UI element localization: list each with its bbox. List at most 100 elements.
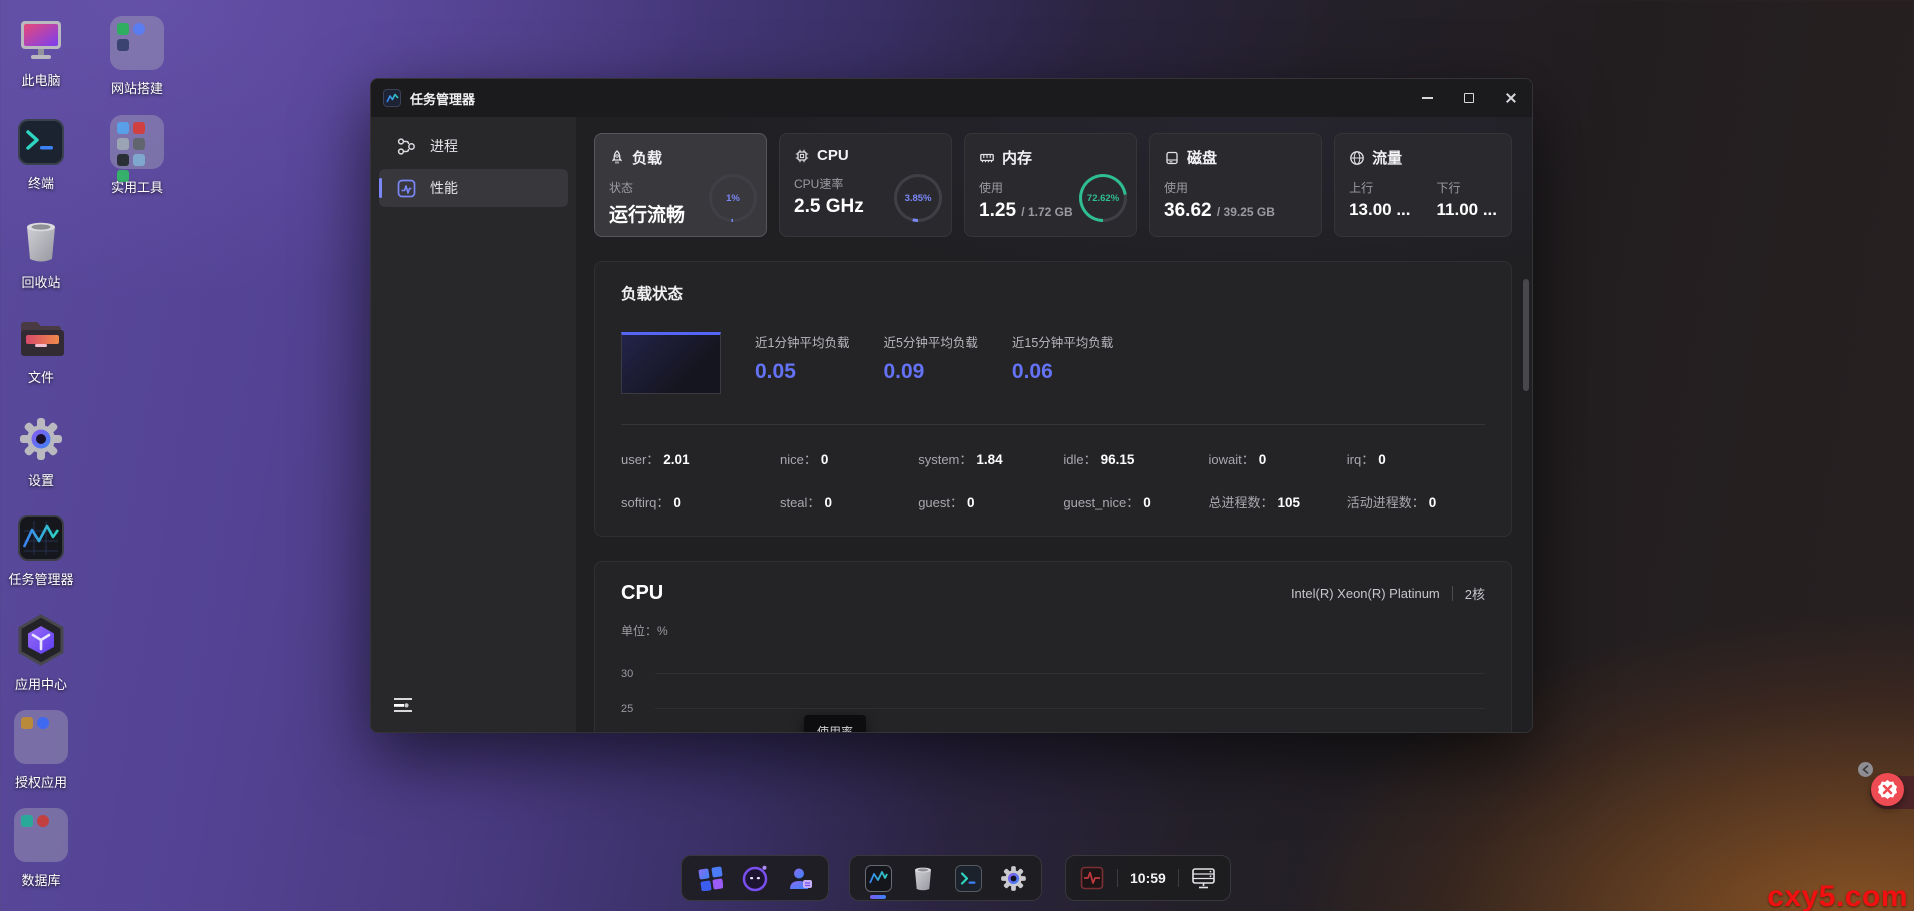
terminal-icon [18,119,64,165]
desktop-icon-files[interactable]: 文件 [0,317,96,386]
settings-gear-icon [18,416,64,462]
active-app-indicator [870,895,886,899]
performance-main: 负载 状态 运行流畅 1% CPU [576,117,1532,732]
load-avg-value: 0.09 [883,360,977,384]
memory-ring-gauge: 72.62% [1079,174,1127,222]
start-menu-button[interactable] [695,861,725,895]
security-widget-button[interactable] [1871,773,1904,806]
maximize-icon [1464,93,1474,103]
files-icon [18,317,64,359]
taskbar-group-system: 10:59 [1065,855,1231,901]
settings-gear-icon [1000,865,1027,892]
taskbar-recycle-bin-button[interactable] [908,861,938,895]
stat-cell: idle：96.15 [1063,449,1208,469]
start-tiles-icon [698,866,723,891]
widget-collapse-button[interactable] [1858,762,1873,777]
desktop-icon-website-group[interactable]: 网站搭建 [82,16,192,97]
card-disk[interactable]: 磁盘 使用 36.62 / 39.25 GB [1149,133,1322,237]
close-icon [1505,92,1517,104]
window-title: 任务管理器 [410,89,475,108]
desktop-icon-app-center[interactable]: 应用中心 [0,614,96,693]
recycle-bin-icon [911,865,935,892]
taskbar-terminal-button[interactable] [953,861,983,895]
chart-tooltip: 使用率 [804,715,866,733]
mini-app-icon [37,717,49,729]
performance-icon [397,179,416,198]
download-value: 11.00 ... [1437,200,1498,220]
desktop-icon-label: 此电脑 [21,70,60,89]
desktop-icon-label: 实用工具 [111,177,163,196]
sidebar-item-performance[interactable]: 性能 [379,169,568,207]
mini-app-icon [133,122,145,134]
flower-close-icon [1877,779,1898,800]
cpu-core-count: 2核 [1465,584,1485,603]
rocket-icon [609,150,625,166]
minimize-button[interactable] [1406,79,1448,117]
taskbar-group-apps [849,855,1042,901]
window-app-icon [383,89,401,107]
assistant-icon [741,864,769,892]
sidebar-collapse-button[interactable] [393,696,415,716]
download-label: 下行 [1437,179,1498,196]
card-traffic[interactable]: 流量 上行 13.00 ... 下行 11.00 ... [1334,133,1512,237]
desktop-icon-label: 文件 [28,367,54,386]
contacts-button[interactable] [785,861,815,895]
desktop-icon-label: 终端 [28,173,54,192]
taskbar-clock[interactable]: 10:59 [1130,870,1166,886]
task-manager-icon [865,865,892,892]
chart-grid-row: 20 [621,709,1485,733]
sidebar-item-label: 进程 [430,136,458,156]
load-avg-1min: 近1分钟平均负载 0.05 [755,332,849,384]
database-group-icon [14,808,68,862]
sidebar-item-processes[interactable]: 进程 [379,127,568,165]
desktop-icon-licensed-apps[interactable]: 授权应用 [0,710,96,791]
stat-cell: iowait：0 [1209,449,1347,469]
window-titlebar: 任务管理器 [371,79,1532,117]
desktop-icon-label: 任务管理器 [8,569,73,588]
load-status-title: 负载状态 [621,282,1485,304]
card-value: 36.62 [1164,200,1212,221]
stat-cell: guest_nice：0 [1063,492,1208,512]
chevron-left-icon [1862,765,1869,774]
display-tray-button[interactable] [1191,861,1217,895]
load-ring-gauge: 1% [709,174,757,222]
minimize-icon [1422,97,1433,99]
chart-unit-label: 单位：% [621,622,1485,639]
card-cpu[interactable]: CPU CPU速率 2.5 GHz 3.85% [779,133,952,237]
card-title: 流量 [1372,147,1402,168]
licensed-apps-group-icon [14,710,68,764]
panel-divider [621,424,1485,425]
card-memory[interactable]: 内存 使用 1.25 / 1.72 GB 72.62% [964,133,1137,237]
taskbar-settings-button[interactable] [998,861,1028,895]
desktop-icon-settings[interactable]: 设置 [0,416,96,489]
stat-cell: user：2.01 [621,449,780,469]
stat-cell: nice：0 [780,449,918,469]
stat-cell: softirq：0 [621,492,780,512]
desktop-icon-task-manager[interactable]: 任务管理器 [0,515,96,588]
card-load[interactable]: 负载 状态 运行流畅 1% [594,133,767,237]
desktop-icon-recycle-bin[interactable]: 回收站 [0,218,96,291]
load-avg-label: 近15分钟平均负载 [1012,332,1113,351]
card-sublabel: 使用 [1164,179,1307,196]
card-value: 1.25 [979,200,1016,221]
cpu-ring-gauge: 3.85% [894,174,942,222]
desktop-icon-database[interactable]: 数据库 [0,808,96,889]
server-display-icon [1191,867,1216,890]
app-center-icon [16,614,66,666]
disk-icon [1164,150,1180,166]
scrollbar-thumb[interactable] [1523,279,1529,391]
desktop-icon-utilities-group[interactable]: 实用工具 [82,115,192,196]
terminal-icon [955,865,982,892]
load-status-panel: 负载状态 近1分钟平均负载 0.05 近5分钟平均负载 0.09 近15分钟平均… [594,261,1512,537]
stat-cell: guest：0 [918,492,1063,512]
chart-grid-row: 30 [621,639,1485,674]
cpu-processor-name: Intel(R) Xeon(R) Platinum [1291,586,1440,601]
assistant-button[interactable] [740,861,770,895]
taskbar-task-manager-button[interactable] [863,861,893,895]
close-button[interactable] [1490,79,1532,117]
maximize-button[interactable] [1448,79,1490,117]
system-monitor-tray-button[interactable] [1079,861,1105,895]
summary-cards: 负载 状态 运行流畅 1% CPU [594,133,1512,237]
separator [1452,586,1453,601]
taskbar-divider [1178,869,1179,887]
